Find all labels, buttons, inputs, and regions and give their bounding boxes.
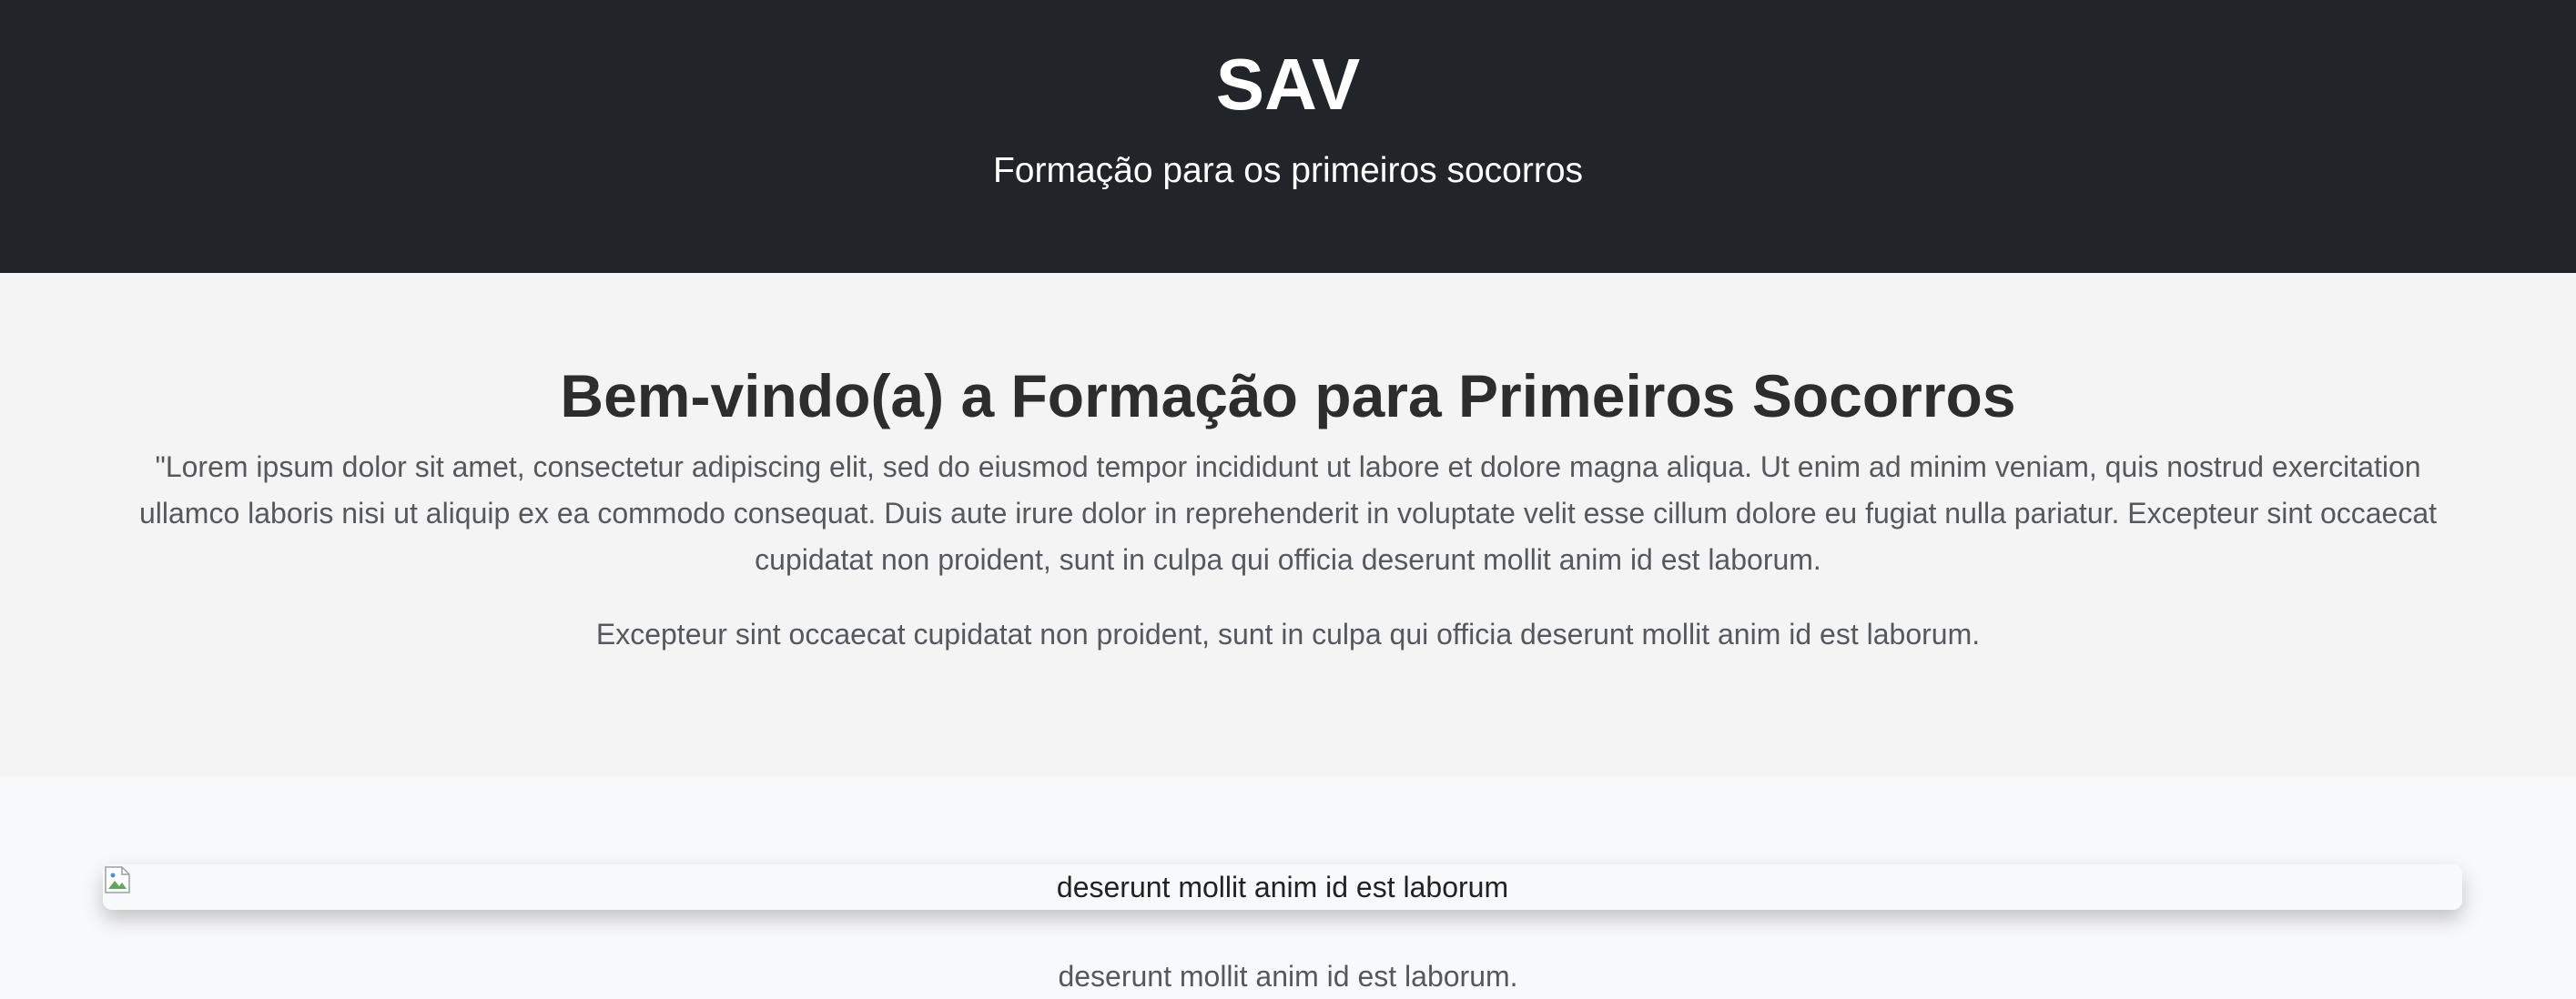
welcome-section: Bem-vindo(a) a Formação para Primeiros S… [0, 273, 2576, 777]
welcome-paragraph-secondary: Excepteur sint occaecat cupidatat non pr… [595, 618, 1981, 651]
image-alt-text: deserunt mollit anim id est laborum [1056, 871, 1509, 903]
site-header: SAV Formação para os primeiros socorros [0, 0, 2576, 273]
welcome-paragraph: "Lorem ipsum dolor sit amet, consectetur… [138, 450, 2438, 576]
welcome-title: Bem-vindo(a) a Formação para Primeiros S… [560, 362, 2016, 429]
site-title: SAV [1215, 44, 1361, 125]
site-subtitle: Formação para os primeiros socorros [992, 151, 1584, 190]
image-caption: deserunt mollit anim id est laborum. [1058, 960, 1518, 993]
image-section: deserunt mollit anim id est laborum dese… [0, 777, 2576, 999]
image-card: deserunt mollit anim id est laborum [103, 864, 2462, 910]
